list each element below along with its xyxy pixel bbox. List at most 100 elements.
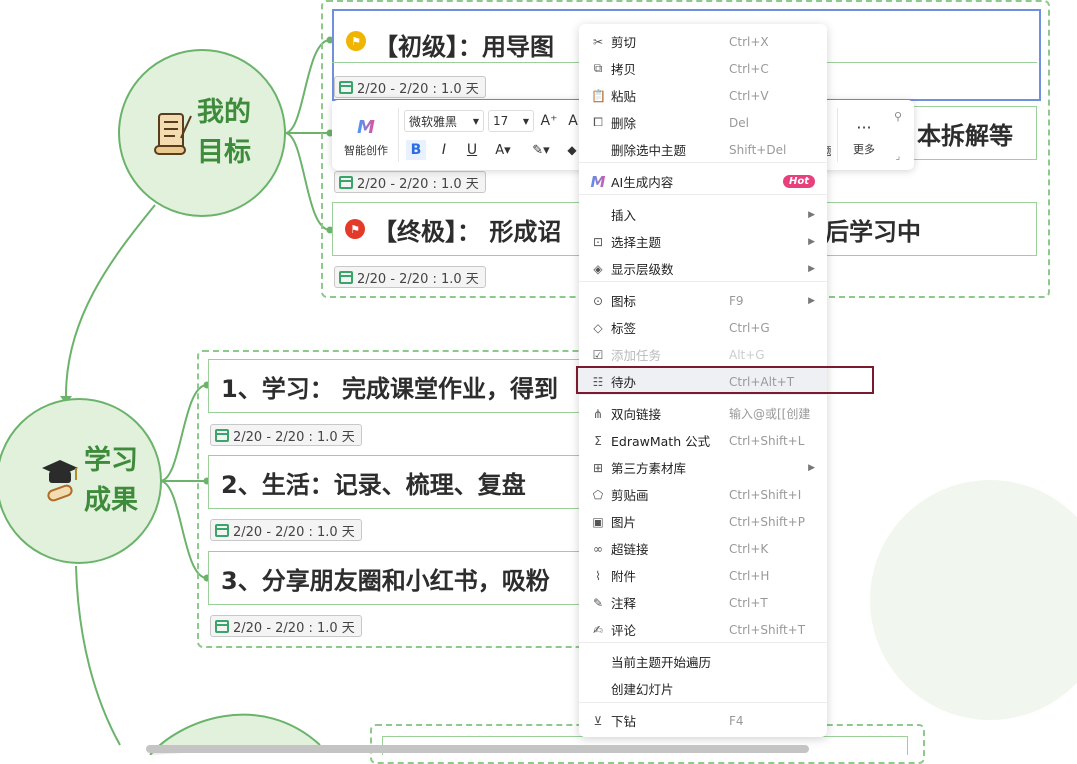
location-icon: ⊙ [592, 293, 604, 308]
menu-item-shortcut: Alt+G [729, 347, 765, 362]
mindmap-canvas[interactable]: 我的 目标 学习 成果 ⚑ 【初级】：用导图 2/20 - 2/20 : 1.0… [0, 0, 1077, 764]
image-icon: ▣ [592, 514, 604, 529]
menu-item[interactable]: 删除选中主题 Shift+Del [579, 136, 827, 163]
menu-item[interactable]: 创建幻灯片 [579, 675, 827, 702]
topic-goal-beginner-text: 【初级】：用导图 [374, 33, 554, 61]
calendar-icon [215, 523, 229, 537]
topic-result-life-text: 2、生活：记录、梳理、复盘 [221, 470, 526, 499]
menu-item[interactable]: ✂ 剪切 Ctrl+X [579, 28, 827, 55]
font-size-select[interactable]: 17 ▼ [488, 110, 534, 132]
date-badge[interactable]: 2/20 - 2/20 : 1.0 天 [210, 615, 362, 637]
submenu-arrow-icon: ▶ [808, 263, 815, 274]
topic-result-study[interactable]: 1、学习： 完成课堂作业，得到 [208, 359, 588, 413]
menu-item-label: 删除选中主题 [611, 143, 687, 158]
menu-item-shortcut: Ctrl+T [729, 595, 768, 610]
menu-item[interactable]: ⋔ 双向链接 输入@或[[创建 [579, 400, 827, 427]
menu-item-label: 超链接 [611, 542, 649, 557]
menu-item[interactable]: ✎ 注释 Ctrl+T [579, 589, 827, 616]
menu-item[interactable]: Σ EdrawMath 公式 Ctrl+Shift+L [579, 427, 827, 454]
menu-item[interactable]: ⊞ 第三方素材库 ▶ [579, 454, 827, 481]
ai-create-button[interactable]: M 智能创作 [338, 114, 394, 160]
bold-button[interactable]: B [406, 140, 426, 160]
increase-font-icon[interactable]: A⁺ [540, 110, 558, 132]
date-badge[interactable]: 2/20 - 2/20 : 1.0 天 [334, 171, 486, 193]
topic-result-share[interactable]: 3、分享朋友圈和小红书，吸粉 [208, 551, 588, 605]
font-color-button[interactable]: A▾ [488, 140, 518, 160]
italic-button[interactable]: I [434, 140, 454, 160]
menu-item-label: 剪贴画 [611, 488, 649, 503]
submenu-arrow-icon: ▶ [808, 462, 815, 473]
tag-icon: ◇ [593, 320, 603, 335]
date-badge[interactable]: 2/20 - 2/20 : 1.0 天 [334, 76, 486, 98]
date-badge[interactable]: 2/20 - 2/20 : 1.0 天 [334, 266, 486, 288]
menu-item[interactable]: 当前主题开始遍历 [579, 648, 827, 675]
topic-goal-ultimate-text-right: 后学习中 [825, 217, 921, 246]
date-badge[interactable]: 2/20 - 2/20 : 1.0 天 [210, 424, 362, 446]
menu-item[interactable]: ⊡ 选择主题 ▶ [579, 228, 827, 255]
ai-logo-icon: M [357, 116, 375, 138]
font-family-select[interactable]: 微软雅黑 ▼ [404, 110, 484, 132]
pin-icon[interactable]: ⚲ [890, 108, 906, 124]
menu-item-label: 当前主题开始遍历 [611, 655, 712, 670]
menu-item-label: 拷贝 [611, 62, 637, 77]
dropdown-arrow-icon: ▼ [522, 116, 529, 126]
sigma-icon: Σ [594, 433, 602, 448]
more-dots-icon: ··· [856, 117, 872, 137]
task-icon: ☑ [592, 347, 604, 362]
more-button[interactable]: ··· 更多 [846, 114, 882, 160]
collapse-corner-icon[interactable]: ⌟ [890, 148, 906, 164]
menu-item[interactable]: ⊻ 下钻 F4 [579, 707, 827, 734]
menu-item[interactable]: ▣ 图片 Ctrl+Shift+P [579, 508, 827, 535]
decrease-font-icon[interactable]: A [566, 110, 580, 132]
submenu-arrow-icon: ▶ [808, 295, 815, 306]
menu-item[interactable]: ∞ 超链接 Ctrl+K [579, 535, 827, 562]
dropdown-arrow-icon: ▼ [472, 116, 479, 126]
paperclip-icon: ⌇ [595, 568, 601, 583]
menu-item-shortcut: Ctrl+X [729, 34, 769, 49]
menu-item[interactable]: ⊙ 图标 F9 ▶ [579, 287, 827, 314]
menu-item-label: 添加任务 [611, 348, 662, 363]
menu-item-shortcut: Ctrl+K [729, 541, 769, 556]
hyperlink-icon: ∞ [593, 541, 603, 556]
menu-item-label: EdrawMath 公式 [611, 434, 711, 449]
grid-icon: ⊞ [592, 460, 604, 475]
flag-yellow-icon: ⚑ [346, 31, 366, 51]
menu-item[interactable]: M AI生成内容 Hot [579, 168, 827, 195]
highlight-pen-icon[interactable]: ✎▾ [526, 140, 556, 160]
menu-item[interactable]: ⧉ 拷贝 Ctrl+C [579, 55, 827, 82]
menu-item-label: 图片 [611, 515, 637, 530]
central-topic-goal[interactable]: 我的 目标 [118, 49, 286, 217]
underline-button[interactable]: U [462, 140, 482, 160]
menu-item[interactable]: ◇ 标签 Ctrl+G [579, 314, 827, 341]
menu-item: ☑ 添加任务 Alt+G [579, 341, 827, 368]
calendar-icon [339, 175, 353, 189]
menu-item[interactable]: ⧠ 删除 Del [579, 109, 827, 136]
menu-item[interactable]: ⬠ 剪贴画 Ctrl+Shift+I [579, 481, 827, 508]
topic-goal-ultimate-text: 【终极】： 形成诏 [373, 217, 562, 246]
date-badge[interactable]: 2/20 - 2/20 : 1.0 天 [210, 519, 362, 541]
topic-result-life[interactable]: 2、生活：记录、梳理、复盘 [208, 455, 588, 509]
menu-item-shortcut: F9 [729, 293, 744, 308]
horizontal-scrollbar[interactable] [146, 745, 809, 753]
menu-item-shortcut: F4 [729, 713, 744, 728]
eraser-icon[interactable]: ◆ [564, 140, 580, 160]
menu-item[interactable]: 插入 ▶ [579, 201, 827, 228]
menu-item[interactable]: ◈ 显示层级数 ▶ [579, 255, 827, 282]
menu-item[interactable]: ⌇ 附件 Ctrl+H [579, 562, 827, 589]
menu-item[interactable]: ✍ 评论 Ctrl+Shift+T [579, 616, 827, 643]
submenu-arrow-icon: ▶ [808, 236, 815, 247]
central-topic-results[interactable]: 学习 成果 [0, 398, 162, 564]
menu-item-label: 第三方素材库 [611, 461, 687, 476]
menu-item-label: 插入 [611, 208, 637, 223]
menu-item-shortcut: Ctrl+Shift+P [729, 514, 805, 529]
calendar-icon [339, 270, 353, 284]
drill-down-icon: ⊻ [593, 713, 603, 728]
menu-item-label: 标签 [611, 321, 637, 336]
central-topic-goal-label: 我的 目标 [197, 97, 251, 168]
menu-item-shortcut: Del [729, 115, 749, 130]
calendar-icon [215, 428, 229, 442]
menu-item-shortcut: Ctrl+Shift+L [729, 433, 805, 448]
submenu-arrow-icon: ▶ [808, 209, 815, 220]
menu-item[interactable]: 📋 粘贴 Ctrl+V [579, 82, 827, 109]
menu-item-shortcut: 输入@或[[创建 [729, 407, 811, 421]
